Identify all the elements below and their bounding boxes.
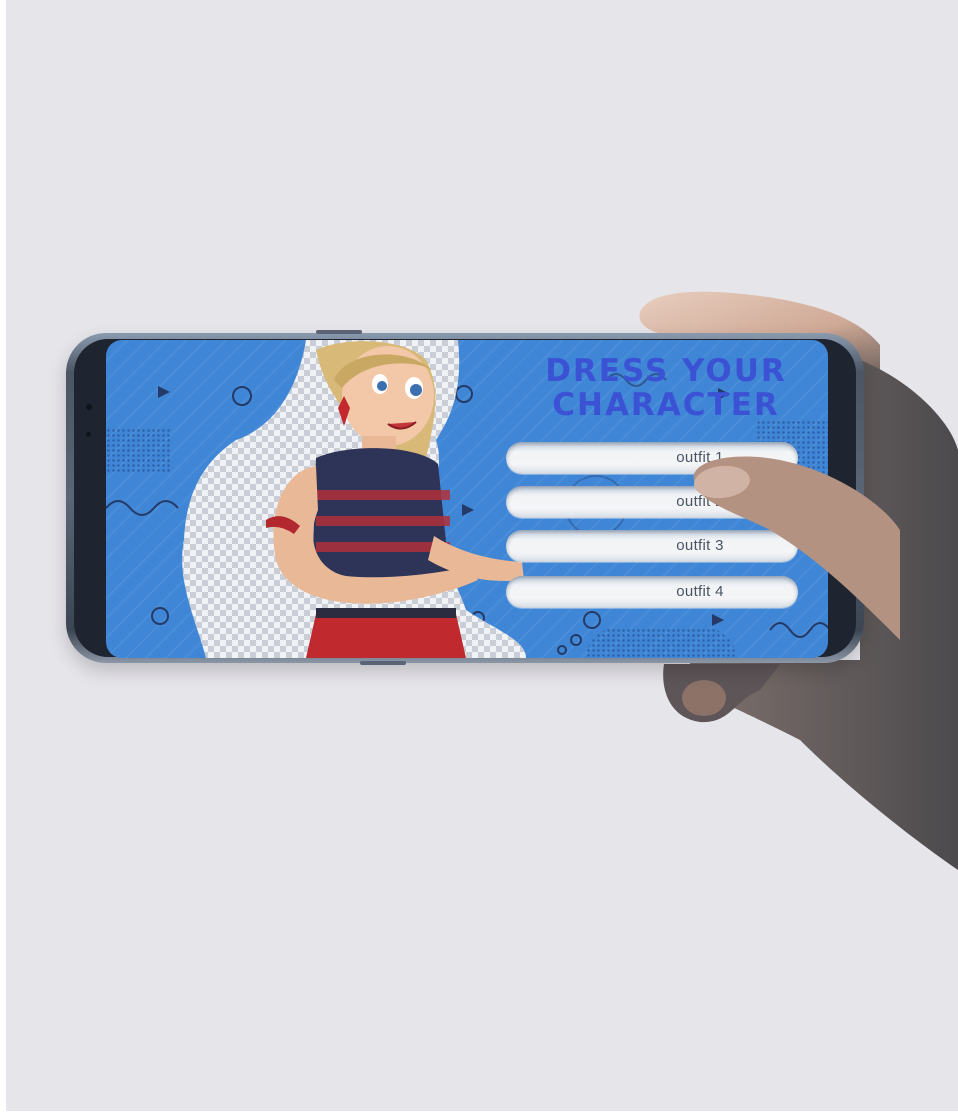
frame-edge-bottom: [0, 1111, 958, 1119]
finger-overlay: [693, 456, 900, 640]
